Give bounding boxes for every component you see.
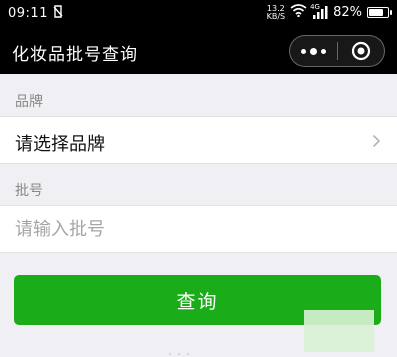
brand-label: 品牌: [15, 94, 43, 110]
app-screen: 09:11 13.2 KB/S 4G 82% 化妆品批号查询 品牌 请选择品牌 …: [0, 0, 397, 357]
watermark-overlay: [304, 310, 374, 352]
network-speed: 13.2 KB/S: [266, 4, 286, 21]
battery-percent: 82%: [333, 5, 362, 20]
bottom-hint: · · ·: [168, 347, 191, 357]
cell-signal-icon: 4G: [310, 3, 328, 19]
batch-input-cell: [0, 205, 397, 253]
status-bar: 09:11 13.2 KB/S 4G 82%: [0, 0, 397, 28]
chevron-right-icon: [372, 134, 381, 148]
mini-program-capsule: [289, 35, 385, 67]
network-type-label: 4G: [310, 3, 320, 11]
page-title: 化妆品批号查询: [12, 45, 138, 65]
brand-selector-value: 请选择品牌: [15, 134, 105, 155]
batch-number-input[interactable]: [15, 214, 375, 244]
close-button[interactable]: [338, 36, 385, 66]
status-left: 09:11: [8, 5, 63, 22]
battery-fill: [369, 9, 383, 16]
more-button[interactable]: [290, 36, 337, 66]
more-dots-icon: [300, 47, 326, 55]
status-time: 09:11: [8, 6, 48, 21]
network-speed-unit: KB/S: [266, 11, 286, 21]
battery-icon: [367, 7, 392, 18]
brand-selector[interactable]: 请选择品牌: [0, 116, 397, 164]
nav-bar: 化妆品批号查询: [0, 28, 397, 74]
target-circle-icon: [351, 41, 370, 61]
batch-label: 批号: [15, 183, 43, 199]
wifi-icon: [290, 4, 307, 21]
status-right: 13.2 KB/S 4G 82%: [266, 3, 392, 21]
notification-icon: [53, 5, 63, 22]
